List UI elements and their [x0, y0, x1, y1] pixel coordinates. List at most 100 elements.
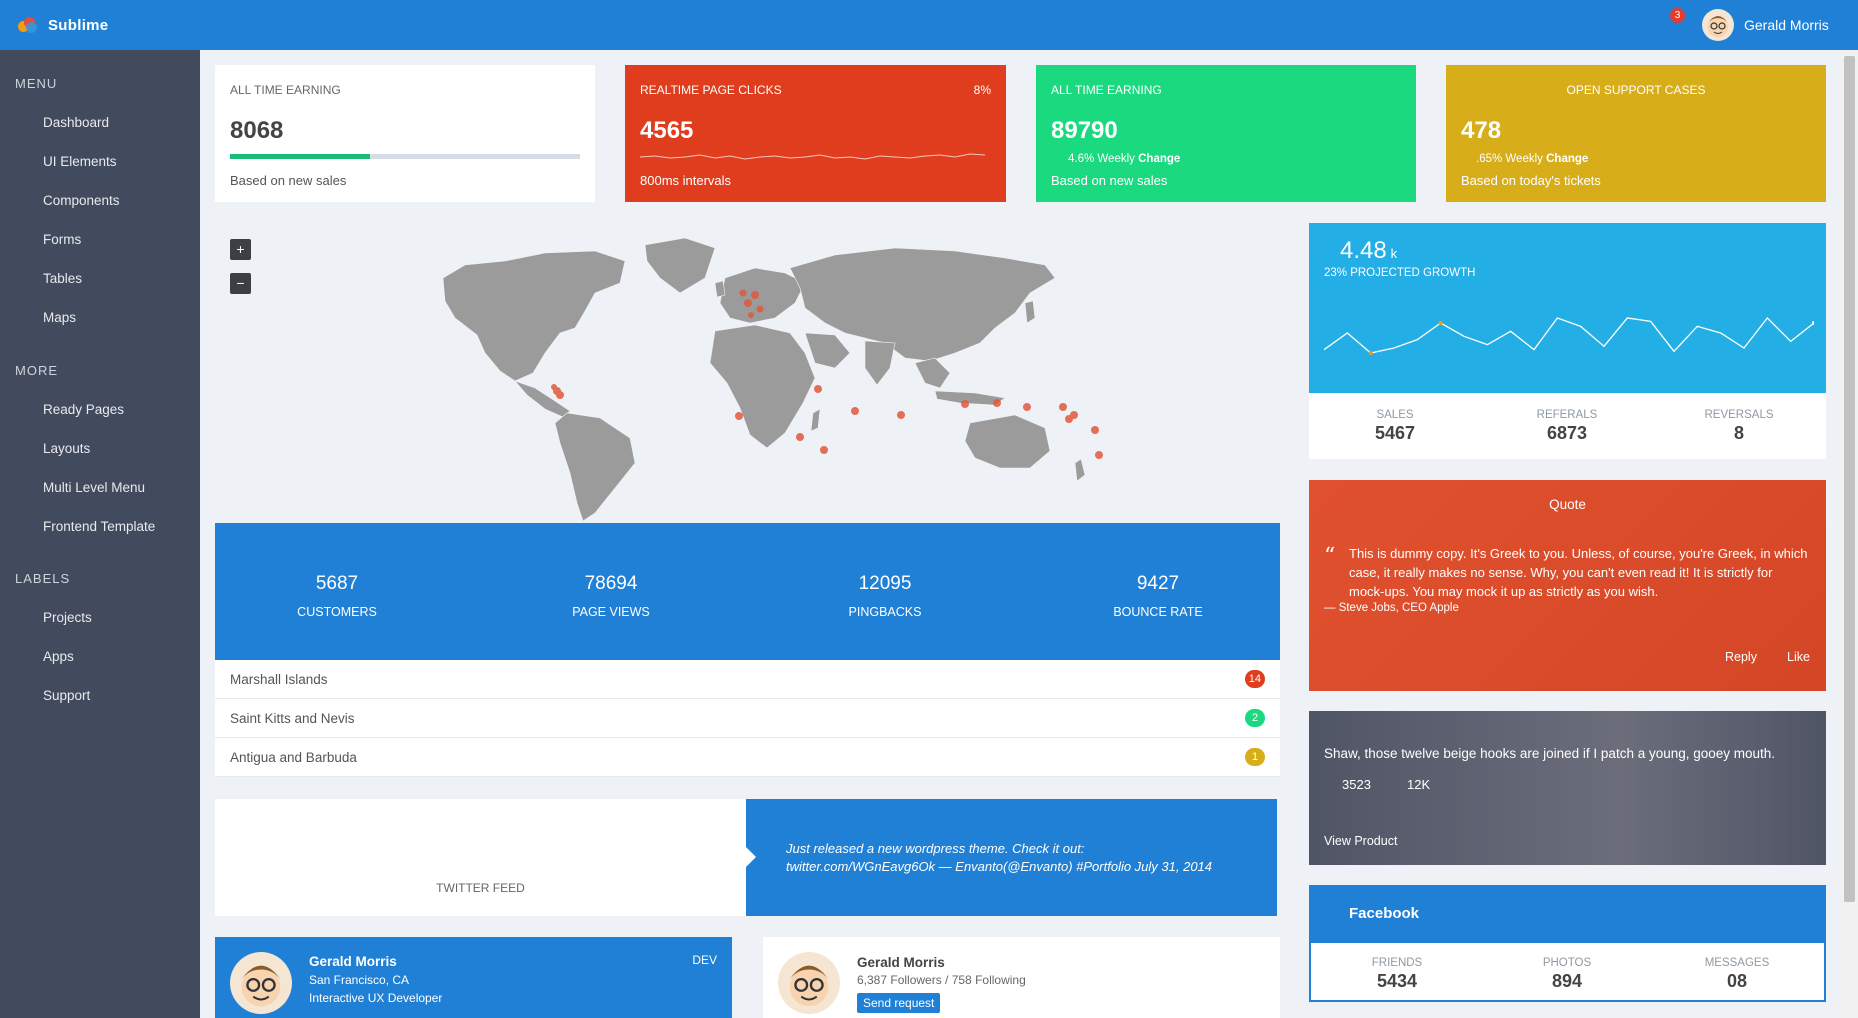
map-south-america [554, 412, 636, 522]
growth-stats: SALES 5467 REFERALS 6873 REVERSALS 8 [1309, 393, 1826, 459]
world-map[interactable]: + − [215, 223, 1280, 523]
reply-link[interactable]: Reply [1725, 650, 1757, 664]
stat-value: 4565 [640, 117, 694, 144]
strip-label: PAGE VIEWS [572, 605, 650, 619]
sidebar-item-tables[interactable]: Tables [0, 259, 200, 298]
notification-badge[interactable]: 3 [1670, 8, 1685, 23]
quote-author: — Steve Jobs, CEO Apple [1324, 602, 1459, 614]
sidebar-item-ui-elements[interactable]: UI Elements [0, 142, 200, 181]
facebook-panel: Facebook FRIENDS 5434 PHOTOS 894 MESSAGE… [1309, 885, 1826, 1002]
facebook-stat-friends: FRIENDS 5434 [1311, 957, 1483, 992]
page-scrollbar[interactable] [1841, 50, 1858, 1018]
stat-sub: Based on new sales [1051, 173, 1168, 188]
strip-label: CUSTOMERS [297, 605, 377, 619]
change-value: .65% Weekly [1476, 153, 1543, 165]
follow-stats: 6,387 Followers / 758 Following [857, 973, 1026, 987]
map-southeast-asia [914, 357, 951, 389]
list-item[interactable]: Marshall Islands 14 [215, 660, 1280, 699]
list-item[interactable]: Antigua and Barbuda 1 [215, 738, 1280, 777]
facebook-stat-photos: PHOTOS 894 [1481, 957, 1653, 992]
twitter-feed-label: TWITTER FEED [436, 881, 525, 895]
profile-name: Gerald Morris [857, 955, 945, 970]
strip-value: 9427 [1136, 573, 1180, 594]
growth-value-wrap: 4.48 k [1340, 237, 1397, 265]
user-avatar[interactable] [1702, 9, 1734, 41]
country-count-badge: 1 [1245, 748, 1265, 766]
view-product-link[interactable]: View Product [1324, 834, 1397, 848]
avatar [230, 952, 292, 1014]
send-request-button[interactable]: Send request [857, 993, 941, 1013]
facebook-stat-messages: MESSAGES 08 [1651, 957, 1823, 992]
quote-title: Quote [1549, 497, 1586, 512]
mini-stat-sales: SALES 5467 [1309, 409, 1481, 444]
map-africa [709, 324, 816, 449]
product-stat: 12K [1407, 777, 1431, 792]
profile-card: Gerald Morris San Francisco, CA Interact… [215, 937, 732, 1018]
sidebar-item-maps[interactable]: Maps [0, 298, 200, 337]
more-section-title: MORE [15, 363, 58, 378]
sidebar-item-components[interactable]: Components [0, 181, 200, 220]
brand[interactable]: Sublime [0, 0, 200, 50]
facebook-title: Facebook [1309, 885, 1826, 943]
sidebar-item-layouts[interactable]: Layouts [0, 429, 200, 468]
stat-value: 89790 [1051, 117, 1118, 144]
like-link[interactable]: Like [1787, 650, 1810, 664]
country-name: Saint Kitts and Nevis [230, 711, 355, 726]
map-madagascar [810, 408, 821, 432]
growth-label: 23% PROJECTED GROWTH [1324, 267, 1476, 279]
mini-stat-referals: REFERALS 6873 [1481, 409, 1653, 444]
stat-label: ALL TIME EARNING [1051, 83, 1162, 97]
scrollbar-thumb[interactable] [1844, 56, 1855, 902]
profile-follow-card: Gerald Morris 6,387 Followers / 758 Foll… [763, 937, 1280, 1018]
strip-value: 12095 [858, 573, 912, 594]
map-north-america [442, 250, 626, 382]
country-count-badge: 14 [1244, 670, 1265, 688]
stat-label: REALTIME PAGE CLICKS [640, 83, 782, 97]
sidebar-item-support[interactable]: Support [0, 676, 200, 715]
strip-label: PINGBACKS [848, 605, 922, 619]
logo-icon [18, 17, 38, 33]
stats-strip: 5687 CUSTOMERS 78694 PAGE VIEWS 12095 PI… [215, 523, 1280, 660]
product-stat: 3523 [1342, 777, 1371, 792]
facebook-stat-value: 08 [1726, 971, 1748, 991]
sidebar-item-dashboard[interactable]: Dashboard [0, 103, 200, 142]
facebook-stat-value: 894 [1551, 971, 1583, 991]
sidebar-item-projects[interactable]: Projects [0, 598, 200, 637]
progress-fill [230, 154, 370, 159]
sidebar-item-multi-level-menu[interactable]: Multi Level Menu [0, 468, 200, 507]
change-word: Change [1138, 153, 1181, 165]
stat-sub: Based on today's tickets [1461, 173, 1601, 188]
list-item[interactable]: Saint Kitts and Nevis 2 [215, 699, 1280, 738]
mini-stat-label: SALES [1376, 409, 1414, 421]
map-arabia [804, 332, 851, 369]
strip-label: BOUNCE RATE [1113, 605, 1203, 619]
tweet-text: Just released a new wordpress theme. Che… [786, 840, 1256, 876]
mini-stat-value: 5467 [1374, 423, 1416, 443]
sidebar-item-frontend-template[interactable]: Frontend Template [0, 507, 200, 546]
change-word: Change [1546, 153, 1589, 165]
mini-stat-value: 6873 [1546, 423, 1588, 443]
facebook-stat-label: FRIENDS [1371, 957, 1423, 969]
sidebar-item-forms[interactable]: Forms [0, 220, 200, 259]
labels-section-title: LABELS [15, 571, 71, 586]
user-name[interactable]: Gerald Morris [1744, 17, 1829, 33]
tweet-link[interactable]: twitter.com/WGnEavg6Ok — Envanto(@Envant… [786, 858, 1256, 876]
stat-badge: 8% [973, 83, 991, 97]
sidebar-item-apps[interactable]: Apps [0, 637, 200, 676]
growth-unit: k [1390, 246, 1398, 261]
strip-stat-pingbacks: 12095 PINGBACKS [785, 573, 985, 619]
stat-sub: Based on new sales [230, 173, 347, 188]
growth-value: 4.48 [1340, 237, 1387, 264]
stat-card-support: OPEN SUPPORT CASES 478 .65% Weekly Chang… [1446, 65, 1826, 202]
profile-role: Interactive UX Developer [309, 991, 443, 1005]
map-uk [714, 280, 726, 298]
strip-stat-page-views: 78694 PAGE VIEWS [511, 573, 711, 619]
mini-stat-reversals: REVERSALS 8 [1653, 409, 1825, 444]
avatar-face-icon [241, 965, 281, 1007]
tweet-line: Just released a new wordpress theme. Che… [786, 841, 1085, 856]
tweet-panel: Just released a new wordpress theme. Che… [746, 799, 1277, 916]
sidebar-item-ready-pages[interactable]: Ready Pages [0, 390, 200, 429]
menu-section-title: MENU [15, 76, 58, 91]
stat-card-total-earning: ALL TIME EARNING 89790 4.6% Weekly Chang… [1036, 65, 1416, 202]
stat-label: ALL TIME EARNING [230, 83, 341, 97]
